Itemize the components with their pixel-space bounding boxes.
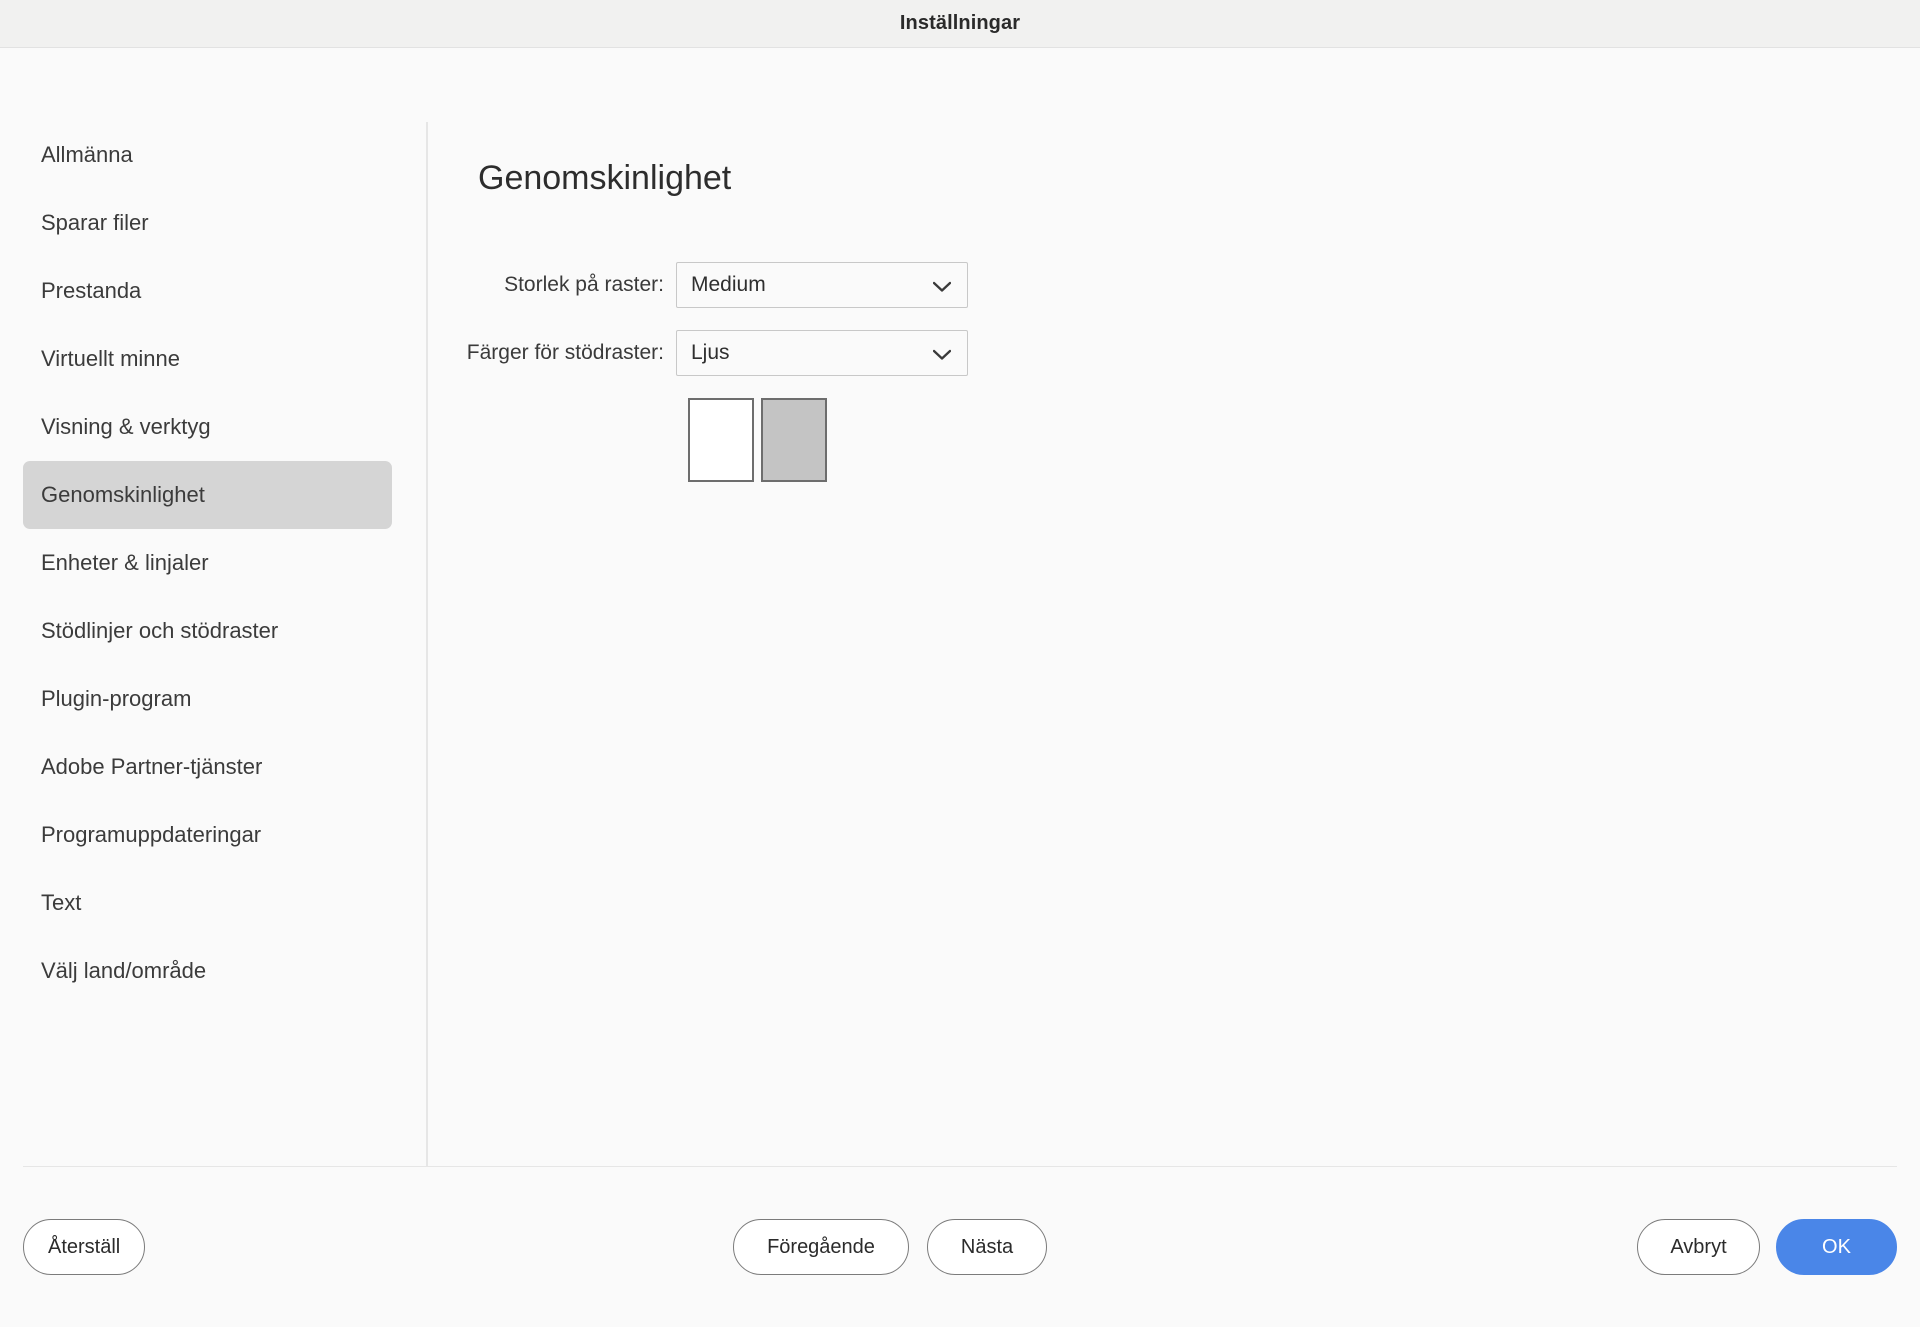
- sidebar-item-label: Välj land/område: [41, 958, 207, 983]
- grid-size-label: Storlek på raster:: [504, 273, 664, 296]
- swatch-light[interactable]: [688, 398, 754, 482]
- settings-content-pane: Genomskinlighet Storlek på raster: Mediu…: [426, 48, 1920, 1167]
- grid-colors-label: Färger för stödraster:: [466, 341, 664, 364]
- sidebar-item-label: Plugin-program: [41, 686, 192, 711]
- dialog-title: Inställningar: [899, 12, 1021, 34]
- transparency-form: Storlek på raster: Medium Färger för stö…: [426, 262, 1166, 398]
- cancel-button[interactable]: Avbryt: [1637, 1219, 1760, 1275]
- sidebar-item-text[interactable]: Text: [23, 869, 392, 937]
- sidebar-item-label: Visning & verktyg: [41, 414, 211, 439]
- chevron-down-icon: [932, 348, 952, 360]
- sidebar-item-programuppdateringar[interactable]: Programuppdateringar: [23, 801, 392, 869]
- sidebar-item-prestanda[interactable]: Prestanda: [23, 257, 392, 325]
- sidebar-item-allmanna[interactable]: Allmänna: [23, 121, 392, 189]
- sidebar-item-sparar-filer[interactable]: Sparar filer: [23, 189, 392, 257]
- dialog-footer: Återställ Föregående Nästa Avbryt OK: [0, 1166, 1920, 1327]
- sidebar-item-plugin-program[interactable]: Plugin-program: [23, 665, 392, 733]
- grid-color-swatches: [688, 398, 827, 482]
- sidebar-item-label: Text: [41, 890, 82, 915]
- ok-button[interactable]: OK: [1776, 1219, 1897, 1275]
- sidebar-list: Allmänna Sparar filer Prestanda Virtuellt m…: [0, 121, 426, 1005]
- sidebar-item-virtuellt-minne[interactable]: Virtuellt minne: [23, 325, 392, 393]
- sidebar-item-label: Virtuellt minne: [41, 346, 180, 371]
- page-title: Genomskinlighet: [478, 159, 732, 197]
- grid-colors-value: Ljus: [691, 341, 730, 364]
- sidebar-item-label: Enheter & linjaler: [41, 550, 209, 575]
- sidebar-item-genomskinlighet[interactable]: Genomskinlighet: [23, 461, 392, 529]
- sidebar-item-stodlinjer-stodraster[interactable]: Stödlinjer och stödraster: [23, 597, 392, 665]
- sidebar-item-label: Allmänna: [41, 142, 133, 167]
- sidebar-item-visning-verktyg[interactable]: Visning & verktyg: [23, 393, 392, 461]
- sidebar-item-label: Genomskinlighet: [41, 482, 205, 507]
- sidebar-item-label: Prestanda: [41, 278, 142, 303]
- sidebar-item-label: Stödlinjer och stödraster: [41, 618, 279, 643]
- grid-size-select[interactable]: Medium: [676, 262, 968, 308]
- footer-buttons: Återställ Föregående Nästa Avbryt OK: [0, 1167, 1920, 1327]
- grid-colors-select[interactable]: Ljus: [676, 330, 968, 376]
- sidebar-item-label: Adobe Partner-tjänster: [41, 754, 263, 779]
- sidebar-item-label: Programuppdateringar: [41, 822, 262, 847]
- dialog-titlebar: Inställningar: [0, 0, 1920, 48]
- sidebar-item-valj-land-omrade[interactable]: Välj land/område: [23, 937, 392, 1005]
- settings-sidebar: Allmänna Sparar filer Prestanda Virtuellt m…: [0, 48, 426, 1167]
- preferences-dialog: Inställningar Allmänna Sparar filer Presta…: [0, 0, 1920, 1327]
- chevron-down-icon: [932, 280, 952, 292]
- grid-size-value: Medium: [691, 273, 766, 296]
- sidebar-item-adobe-partner-tjanster[interactable]: Adobe Partner-tjänster: [23, 733, 392, 801]
- sidebar-item-enheter-linjaler[interactable]: Enheter & linjaler: [23, 529, 392, 597]
- dialog-body: Allmänna Sparar filer Prestanda Virtuellt m…: [0, 48, 1920, 1170]
- sidebar-item-label: Sparar filer: [41, 210, 149, 235]
- reset-button[interactable]: Återställ: [23, 1219, 146, 1275]
- grid-colors-row: Färger för stödraster: Ljus: [426, 330, 1166, 376]
- grid-size-row: Storlek på raster: Medium: [426, 262, 1166, 308]
- previous-button[interactable]: Föregående: [733, 1219, 909, 1275]
- swatch-dark[interactable]: [761, 398, 827, 482]
- next-button[interactable]: Nästa: [927, 1219, 1047, 1275]
